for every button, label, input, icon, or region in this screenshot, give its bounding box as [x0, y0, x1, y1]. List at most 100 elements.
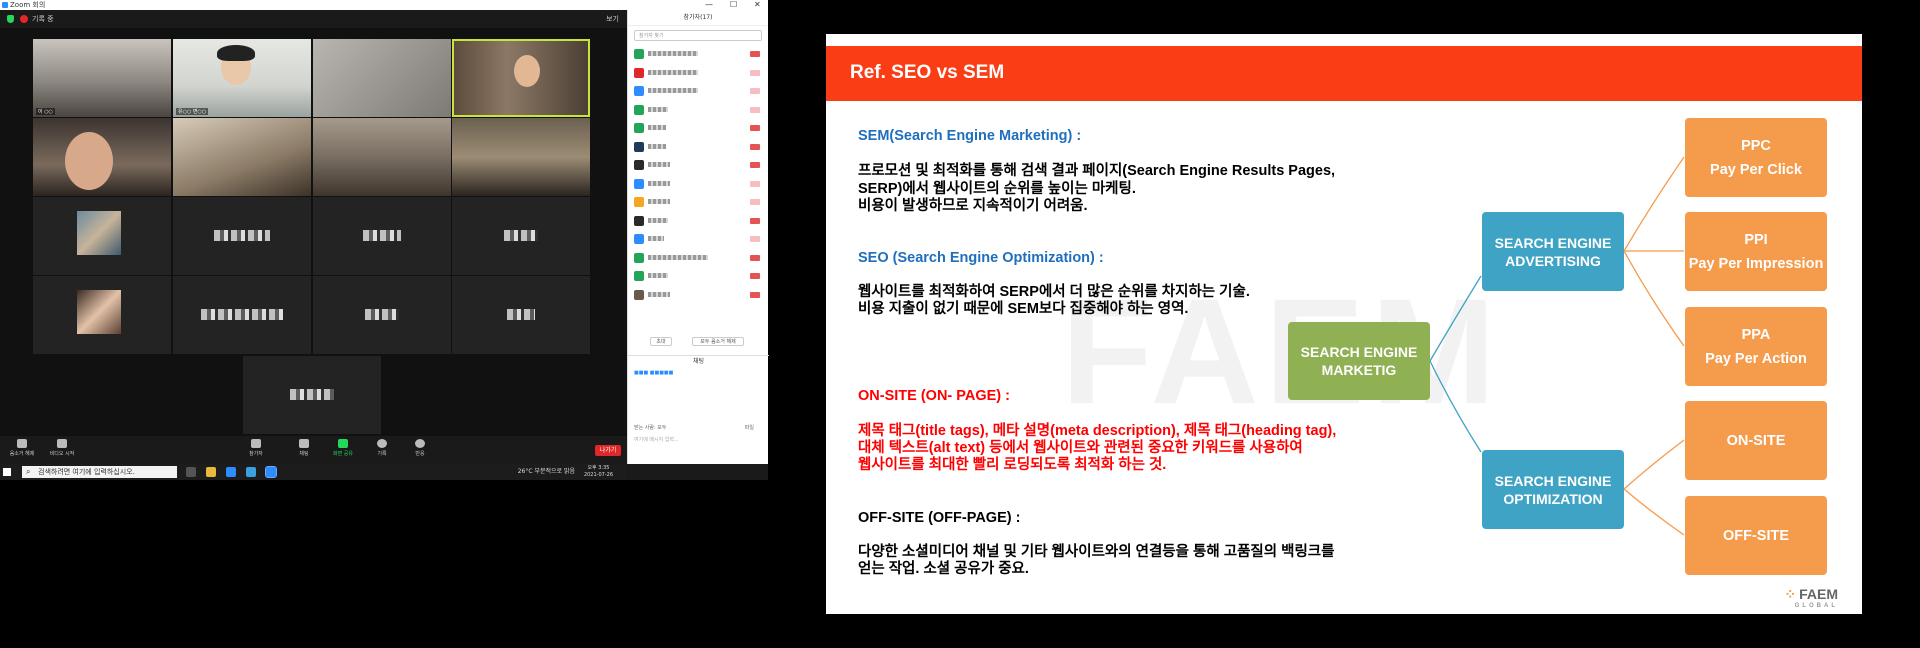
chat-recipient[interactable]: 받는 사람: 모두 — [634, 424, 666, 431]
mic-muted-icon — [750, 143, 760, 150]
view-button[interactable]: 보기 — [606, 10, 619, 28]
video-tile[interactable] — [173, 197, 311, 275]
video-tile[interactable] — [313, 276, 451, 354]
unmute-all-button[interactable]: 모두 음소거 해제 — [692, 337, 744, 346]
participant-row[interactable] — [628, 138, 768, 157]
mic-icon — [750, 199, 760, 205]
participants-icon — [251, 439, 261, 448]
avatar — [634, 160, 644, 170]
ppc-subtitle: Pay Per Click — [1710, 161, 1802, 178]
participant-row-name — [648, 143, 666, 149]
participant-actions: 초대 모두 음소거 해제 — [628, 335, 769, 349]
chat-button[interactable]: 채팅 — [284, 439, 324, 457]
windows-start-icon[interactable] — [3, 468, 11, 476]
zoom-window: Zoom 회의 — ☐ ✕ 기록 중 보기 이 ○○ 유○○ 변○○ 음소거 해… — [0, 0, 769, 480]
participant-row[interactable] — [628, 175, 768, 194]
invite-button[interactable]: 초대 — [650, 337, 672, 346]
participant-row[interactable] — [628, 101, 768, 120]
participant-display-name — [362, 229, 402, 241]
participant-row-name — [648, 125, 666, 130]
chat-title: 채팅 — [628, 355, 769, 367]
chat-input[interactable]: 여기에 메시지 입력... — [634, 436, 679, 443]
video-tile[interactable]: 이 ○○ — [33, 39, 171, 117]
mic-icon — [750, 180, 760, 187]
taskbar-search-input[interactable]: 검색하려면 여기에 입력하십시오. — [22, 466, 177, 478]
video-tile[interactable] — [452, 276, 590, 354]
participant-row[interactable] — [628, 212, 768, 231]
video-tile[interactable] — [33, 118, 171, 196]
participant-row[interactable] — [628, 45, 768, 64]
participant-row-name — [648, 180, 670, 186]
participant-row[interactable] — [628, 64, 768, 83]
mic-muted-icon — [750, 273, 760, 279]
video-tile[interactable] — [243, 356, 381, 434]
chat-file-button[interactable]: 파일 — [745, 424, 754, 431]
start-video-button[interactable]: 비디오 시작 — [42, 439, 82, 457]
participant-row[interactable] — [628, 230, 768, 249]
video-tile[interactable] — [173, 276, 311, 354]
edge-icon[interactable] — [226, 467, 236, 477]
leave-button[interactable]: 나가기 — [595, 445, 621, 456]
unmute-button[interactable]: 음소거 해제 — [2, 439, 42, 457]
participants-button[interactable]: 참가자 — [236, 439, 276, 457]
avatar — [634, 104, 644, 115]
weather-status[interactable]: 26°C 부분적으로 맑음 — [518, 467, 575, 477]
security-shield-icon[interactable] — [7, 15, 14, 23]
participant-row[interactable] — [628, 267, 768, 286]
avatar — [634, 215, 644, 226]
participant-row[interactable] — [628, 119, 768, 138]
participant-hair — [217, 45, 255, 61]
camera-off-icon — [57, 439, 67, 448]
meeting-controls: 음소거 해제 비디오 시작 참가자 채팅 화면 공유 기록 반응 나가기 — [0, 436, 627, 464]
participant-row-name — [648, 199, 670, 204]
reactions-button[interactable]: 반응 — [400, 439, 440, 457]
participant-row-name — [648, 51, 698, 56]
side-panel: 참가자(17) 참가자 찾기 초대 모두 음소거 해제 채팅 ■■■ ■■■■■… — [627, 10, 769, 464]
video-tile[interactable] — [173, 118, 311, 196]
video-tile[interactable] — [313, 197, 451, 275]
mic-icon — [750, 88, 760, 94]
task-view-icon[interactable] — [186, 467, 196, 477]
video-tile-active-speaker[interactable] — [452, 39, 590, 117]
browser-icon[interactable] — [246, 467, 256, 477]
participant-row[interactable] — [628, 249, 768, 268]
ppa-box: PPA Pay Per Action — [1685, 307, 1827, 386]
file-explorer-icon[interactable] — [206, 467, 216, 477]
participant-name: 이 ○○ — [36, 108, 55, 115]
video-tile[interactable] — [313, 118, 451, 196]
share-screen-button[interactable]: 화면 공유 — [323, 439, 363, 457]
video-tile[interactable] — [452, 197, 590, 275]
participant-row[interactable] — [628, 156, 768, 175]
system-clock[interactable]: 오후 3:35 2021-07-26 — [584, 465, 613, 479]
chat-icon — [299, 439, 309, 448]
video-tile[interactable] — [33, 276, 171, 354]
record-button[interactable]: 기록 — [362, 439, 402, 457]
avatar — [634, 141, 644, 152]
clock-time: 오후 3:35 — [587, 465, 610, 471]
zoom-titlebar: Zoom 회의 — ☐ ✕ — [0, 0, 768, 10]
participant-display-name — [365, 308, 399, 320]
minimize-icon[interactable]: — — [705, 0, 713, 10]
participant-display-name — [214, 229, 270, 241]
zoom-app-icon[interactable] — [265, 466, 277, 478]
video-tile[interactable] — [33, 197, 171, 275]
chat-to-value[interactable]: 모두 — [657, 425, 666, 431]
participant-face — [514, 55, 540, 87]
video-tile[interactable] — [452, 118, 590, 196]
participant-row[interactable] — [628, 82, 768, 101]
participant-row[interactable] — [628, 286, 768, 305]
participant-search-input[interactable]: 참가자 찾기 — [634, 30, 762, 41]
video-tile[interactable] — [313, 39, 451, 117]
windows-taskbar: 검색하려면 여기에 입력하십시오. 26°C 부분적으로 맑음 오후 3:35 … — [0, 464, 627, 480]
video-tile[interactable]: 유○○ 변○○ — [173, 39, 311, 117]
participant-row-name — [648, 69, 698, 75]
meeting-topbar: 기록 중 보기 — [0, 10, 627, 28]
close-icon[interactable]: ✕ — [754, 0, 761, 10]
maximize-icon[interactable]: ☐ — [730, 0, 737, 10]
connector-seo-onsite — [1623, 439, 1685, 490]
zoom-logo-icon — [2, 2, 8, 8]
mic-icon — [750, 106, 760, 113]
onsite-box: ON-SITE — [1685, 401, 1827, 480]
participant-row[interactable] — [628, 193, 768, 212]
participant-display-name — [200, 308, 284, 320]
